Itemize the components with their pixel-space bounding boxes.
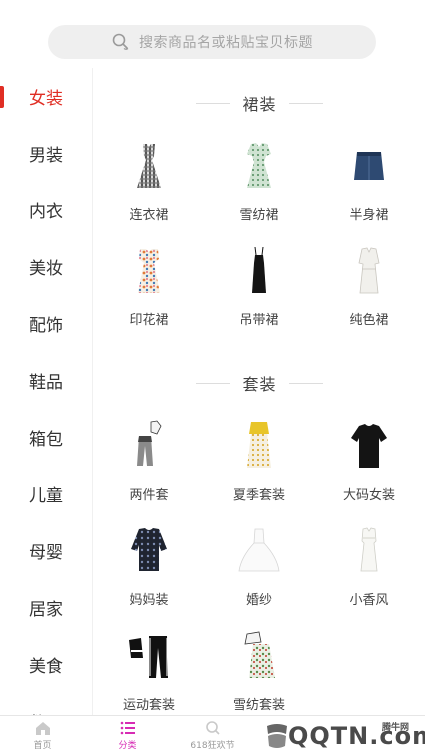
tab-home[interactable]: 首页 — [0, 716, 85, 755]
tab-label: 分类 — [118, 741, 137, 751]
summer-set-icon — [231, 418, 287, 474]
category-item-label: 夏季套装 — [232, 488, 285, 503]
category-item-label: 大码女装 — [342, 488, 395, 503]
mom-blouse-icon — [121, 523, 177, 579]
sidebar-item-label: 美妆 — [29, 259, 63, 280]
sidebar-item-label: 母婴 — [29, 543, 63, 564]
sidebar-item-baby[interactable]: 母婴 — [0, 522, 92, 579]
watermark-site: 腾牛网 — [382, 723, 410, 733]
divider — [288, 102, 323, 104]
sidebar-item-shoes[interactable]: 鞋品 — [0, 352, 92, 409]
category-item[interactable]: 雪纺裙 — [204, 138, 314, 243]
category-item-label: 连衣裙 — [129, 208, 169, 223]
sidebar-item-home[interactable]: 居家 — [0, 579, 92, 636]
sidebar-item-food[interactable]: 美食 — [0, 636, 92, 693]
category-content: 裙装 连衣裙 雪纺裙 半身裙 印花裙 吊带裙 纯色裙 套装 两件套 夏季套装 大… — [94, 68, 425, 715]
category-item-label: 小香风 — [349, 593, 389, 608]
chiffon-dress-icon — [231, 138, 287, 194]
section-sets: 套装 两件套 夏季套装 大码女装 妈妈装 婚纱 小香风 运动套装 雪纺套装 — [94, 348, 425, 715]
search-input[interactable]: 搜索商品名或粘贴宝贝标题 — [48, 25, 376, 59]
category-list-icon — [120, 721, 135, 735]
category-item-label: 纯色裙 — [349, 313, 389, 328]
white-dress-icon — [341, 243, 397, 299]
chiffon-set-icon — [231, 628, 287, 684]
search-icon — [112, 33, 129, 50]
category-item[interactable]: 印花裙 — [94, 243, 204, 348]
category-item[interactable]: 雪纺套装 — [204, 628, 314, 715]
category-item[interactable]: 两件套 — [94, 418, 204, 523]
tab-label: 618狂欢节 — [190, 741, 235, 751]
search-placeholder: 搜索商品名或粘贴宝贝标题 — [139, 35, 313, 51]
sidebar-item-label: 箱包 — [29, 429, 63, 450]
plaid-dress-icon — [121, 138, 177, 194]
home-icon — [35, 722, 50, 735]
sidebar-item-beauty[interactable]: 美妆 — [0, 238, 92, 295]
section-title-text: 套装 — [242, 375, 277, 394]
category-item-label: 运动套装 — [122, 698, 175, 713]
wedding-dress-icon — [231, 523, 287, 579]
category-item-label: 婚纱 — [245, 593, 272, 608]
sidebar-item-label: 美食 — [29, 656, 63, 677]
divider — [196, 102, 231, 104]
plus-size-top-icon — [341, 418, 397, 474]
search-header: 搜索商品名或粘贴宝贝标题 — [0, 0, 425, 68]
category-item[interactable]: 纯色裙 — [314, 243, 424, 348]
category-item[interactable]: 大码女装 — [314, 418, 424, 523]
category-item-label: 妈妈装 — [129, 593, 169, 608]
sports-set-icon — [121, 628, 177, 684]
category-item-label: 雪纺套装 — [232, 698, 285, 713]
section-title-text: 裙装 — [242, 95, 277, 114]
sidebar-item-label: 儿童 — [29, 486, 63, 507]
sidebar-item-accessories[interactable]: 配饰 — [0, 295, 92, 352]
category-item-label: 两件套 — [129, 488, 169, 503]
category-item[interactable]: 半身裙 — [314, 138, 424, 243]
category-sidebar: 女装 男装 内衣 美妆 配饰 鞋品 箱包 儿童 母婴 居家 美食 数码 — [0, 68, 93, 715]
sidebar-item-underwear[interactable]: 内衣 — [0, 182, 92, 239]
sidebar-item-kids[interactable]: 儿童 — [0, 466, 92, 523]
category-item[interactable]: 吊带裙 — [204, 243, 314, 348]
category-item[interactable]: 连衣裙 — [94, 138, 204, 243]
slip-dress-icon — [231, 243, 287, 299]
search-icon — [205, 721, 220, 735]
divider — [288, 382, 323, 384]
sidebar-item-label: 女装 — [29, 88, 63, 109]
category-item[interactable]: 婚纱 — [204, 523, 314, 628]
sidebar-item-label: 鞋品 — [29, 372, 63, 393]
tab-label: 首页 — [33, 741, 52, 751]
divider — [196, 382, 231, 384]
two-piece-set-icon — [121, 418, 177, 474]
category-item[interactable]: 夏季套装 — [204, 418, 314, 523]
category-item[interactable]: 妈妈装 — [94, 523, 204, 628]
category-item[interactable]: 小香风 — [314, 523, 424, 628]
tab-618[interactable]: 618狂欢节 — [170, 716, 255, 755]
tab-category[interactable]: 分类 — [85, 716, 170, 755]
category-item-label: 半身裙 — [349, 208, 389, 223]
category-item-label: 印花裙 — [129, 313, 169, 328]
sidebar-item-label: 配饰 — [29, 316, 63, 337]
category-item-label: 吊带裙 — [239, 313, 279, 328]
print-dress-icon — [121, 243, 177, 299]
tweed-dress-icon — [341, 523, 397, 579]
section-title: 套装 — [94, 348, 425, 418]
sidebar-item-label: 男装 — [29, 145, 63, 166]
category-item-label: 雪纺裙 — [239, 208, 279, 223]
sidebar-item-men[interactable]: 男装 — [0, 125, 92, 182]
section-dresses: 裙装 连衣裙 雪纺裙 半身裙 印花裙 吊带裙 纯色裙 — [94, 68, 425, 348]
watermark-logo: QQTN.com 腾牛网 — [262, 716, 425, 755]
sidebar-item-bags[interactable]: 箱包 — [0, 409, 92, 466]
sidebar-item-digital[interactable]: 数码 — [0, 693, 92, 715]
sidebar-item-label: 内衣 — [29, 202, 63, 223]
sidebar-item-women[interactable]: 女装 — [0, 68, 92, 125]
section-title: 裙装 — [94, 68, 425, 138]
category-item[interactable]: 运动套装 — [94, 628, 204, 715]
denim-skirt-icon — [341, 138, 397, 194]
sidebar-item-label: 居家 — [29, 600, 63, 621]
